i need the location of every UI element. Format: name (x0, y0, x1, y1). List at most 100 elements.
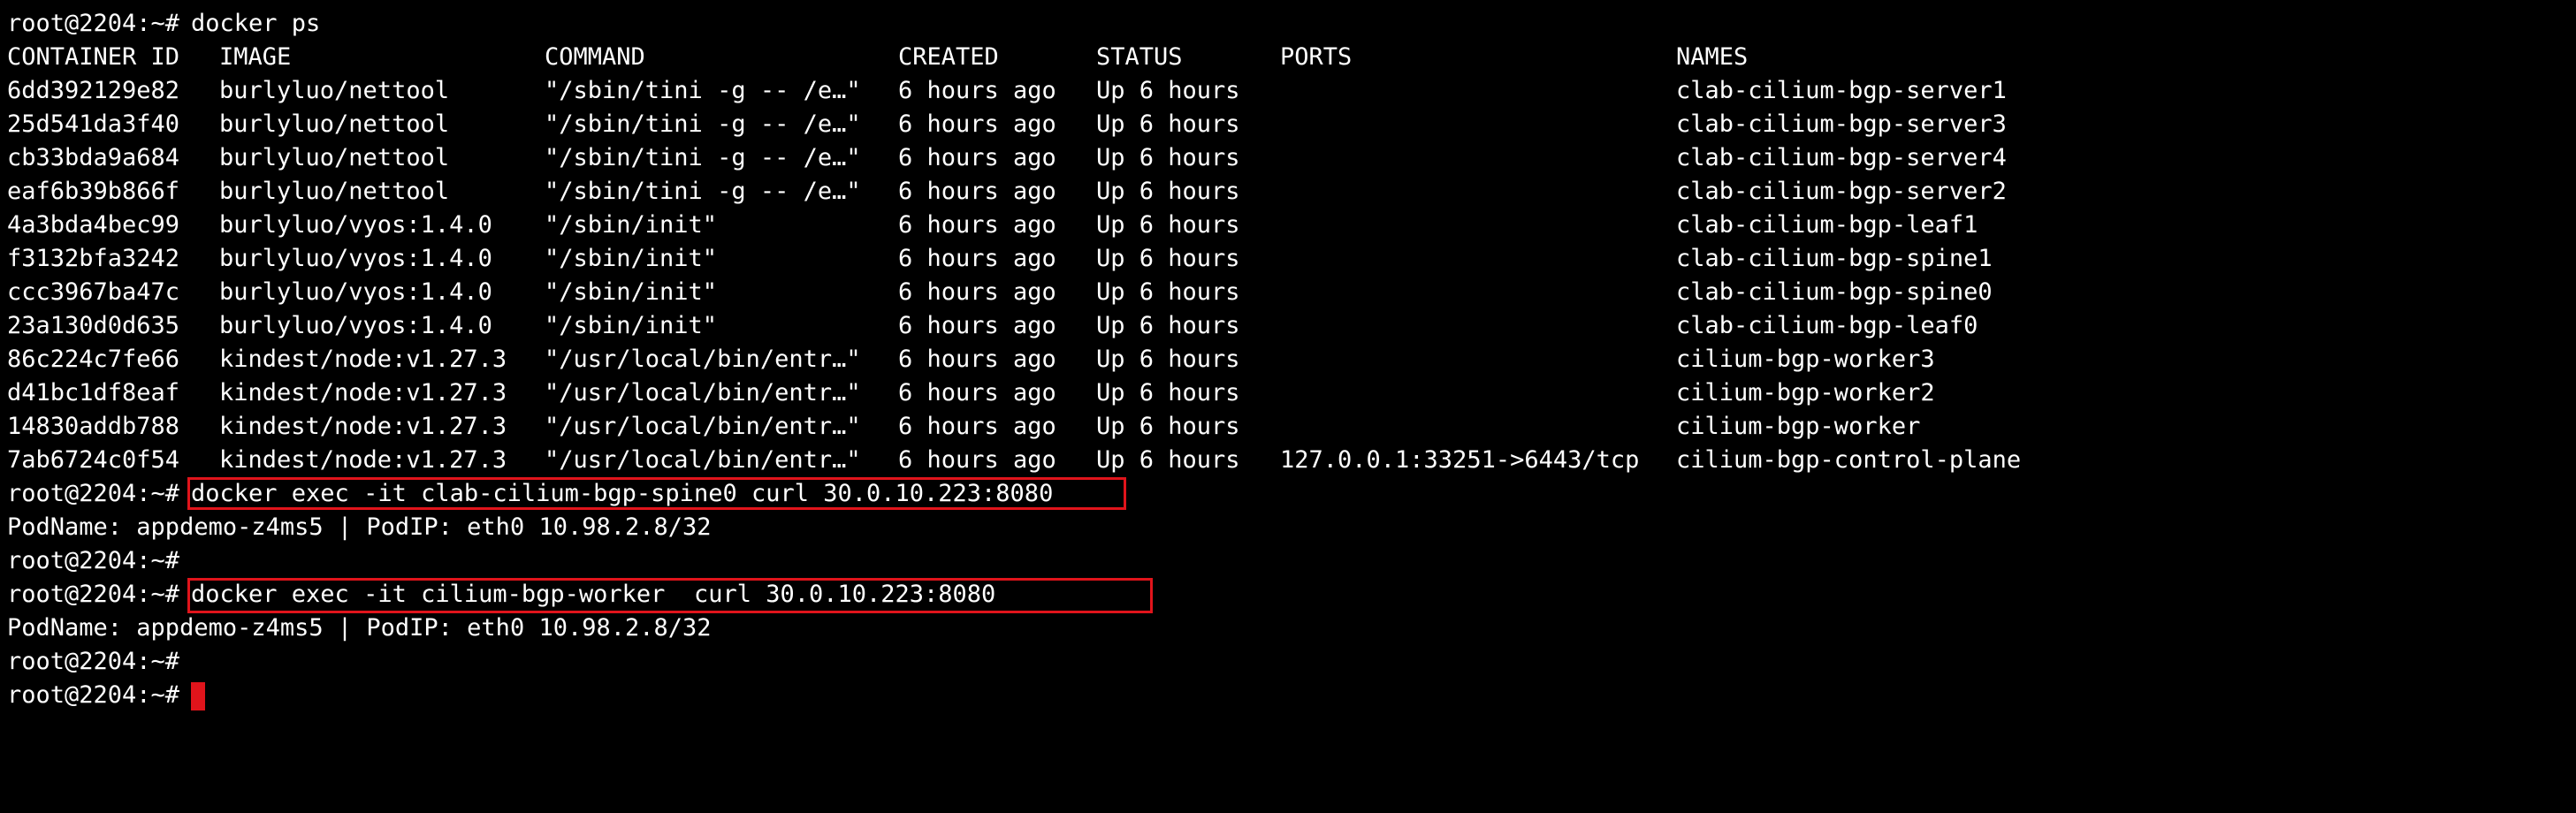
command-text: docker ps (191, 10, 321, 37)
command-output: PodName: appdemo-z4ms5 | PodIP: eth0 10.… (7, 612, 712, 645)
cell-names: clab-cilium-bgp-spine0 (1676, 278, 1993, 306)
cell-container-id: 4a3bda4bec99 (7, 211, 180, 239)
cell-status: Up 6 hours (1096, 144, 1240, 171)
shell-prompt: root@2204:~# (7, 480, 180, 507)
cell-names: clab-cilium-bgp-leaf1 (1676, 211, 1978, 239)
cell-container-id: f3132bfa3242 (7, 245, 180, 272)
cell-command: "/usr/local/bin/entr…" (545, 413, 861, 440)
table-header: CONTAINER ID IMAGE COMMAND CREATED STATU… (7, 41, 1748, 74)
header-image: IMAGE (219, 43, 292, 71)
cell-names: clab-cilium-bgp-server2 (1676, 178, 2007, 205)
cell-status: Up 6 hours (1096, 211, 1240, 239)
table-row: 23a130d0d635 burlyluo/vyos:1.4.0 "/sbin/… (7, 309, 1978, 343)
command-output: PodName: appdemo-z4ms5 | PodIP: eth0 10.… (7, 511, 712, 544)
cell-image: burlyluo/nettool (219, 144, 450, 171)
cell-names: clab-cilium-bgp-server4 (1676, 144, 2007, 171)
cell-container-id: 25d541da3f40 (7, 110, 180, 138)
cell-image: burlyluo/vyos:1.4.0 (219, 278, 492, 306)
cell-container-id: ccc3967ba47c (7, 278, 180, 306)
shell-prompt: root@2204:~# (7, 10, 180, 37)
cell-image: burlyluo/vyos:1.4.0 (219, 245, 492, 272)
cell-image: kindest/node:v1.27.3 (219, 413, 507, 440)
cell-created: 6 hours ago (898, 144, 1056, 171)
cell-command: "/sbin/tini -g -- /e…" (545, 178, 861, 205)
shell-prompt: root@2204:~# (7, 681, 180, 709)
table-row: f3132bfa3242 burlyluo/vyos:1.4.0 "/sbin/… (7, 242, 1993, 276)
prompt-line-exec-worker: root@2204:~# docker exec -it cilium-bgp-… (7, 578, 995, 612)
highlight-box-worker (187, 578, 1153, 613)
cell-command: "/sbin/init" (545, 245, 718, 272)
prompt-line-active[interactable]: root@2204:~# (7, 679, 205, 712)
header-created: CREATED (898, 43, 999, 71)
cell-created: 6 hours ago (898, 245, 1056, 272)
cell-image: burlyluo/vyos:1.4.0 (219, 211, 492, 239)
cell-status: Up 6 hours (1096, 346, 1240, 373)
table-row: 25d541da3f40 burlyluo/nettool "/sbin/tin… (7, 108, 2007, 141)
header-container-id: CONTAINER ID (7, 43, 180, 71)
cell-created: 6 hours ago (898, 446, 1056, 474)
cell-created: 6 hours ago (898, 110, 1056, 138)
cell-image: burlyluo/nettool (219, 178, 450, 205)
header-ports: PORTS (1280, 43, 1353, 71)
header-names: NAMES (1676, 43, 1749, 71)
cell-command: "/usr/local/bin/entr…" (545, 379, 861, 406)
cell-image: kindest/node:v1.27.3 (219, 346, 507, 373)
cell-container-id: 7ab6724c0f54 (7, 446, 180, 474)
cell-command: "/usr/local/bin/entr…" (545, 446, 861, 474)
cell-command: "/sbin/tini -g -- /e…" (545, 77, 861, 104)
cell-names: cilium-bgp-worker3 (1676, 346, 1935, 373)
cell-command: "/sbin/init" (545, 211, 718, 239)
prompt-line-docker-ps: root@2204:~# docker ps (7, 7, 320, 41)
cell-names: clab-cilium-bgp-server3 (1676, 110, 2007, 138)
cell-status: Up 6 hours (1096, 446, 1240, 474)
output-text: PodName: appdemo-z4ms5 | PodIP: eth0 10.… (7, 513, 712, 541)
prompt-line-empty: root@2204:~# (7, 544, 179, 578)
cell-command: "/sbin/init" (545, 312, 718, 339)
cell-status: Up 6 hours (1096, 178, 1240, 205)
table-row: 14830addb788 kindest/node:v1.27.3 "/usr/… (7, 410, 1920, 444)
cell-status: Up 6 hours (1096, 413, 1240, 440)
cell-created: 6 hours ago (898, 413, 1056, 440)
cell-status: Up 6 hours (1096, 245, 1240, 272)
table-row: 6dd392129e82 burlyluo/nettool "/sbin/tin… (7, 74, 2007, 108)
cell-container-id: eaf6b39b866f (7, 178, 180, 205)
cell-container-id: cb33bda9a684 (7, 144, 180, 171)
cell-command: "/usr/local/bin/entr…" (545, 346, 861, 373)
cell-status: Up 6 hours (1096, 379, 1240, 406)
prompt-line-exec-spine0: root@2204:~# docker exec -it clab-cilium… (7, 477, 1053, 511)
shell-prompt: root@2204:~# (7, 581, 180, 608)
cell-names: cilium-bgp-worker2 (1676, 379, 1935, 406)
cell-image: burlyluo/nettool (219, 77, 450, 104)
cell-status: Up 6 hours (1096, 312, 1240, 339)
table-row: 86c224c7fe66 kindest/node:v1.27.3 "/usr/… (7, 343, 1935, 376)
cell-created: 6 hours ago (898, 211, 1056, 239)
cell-names: clab-cilium-bgp-spine1 (1676, 245, 1993, 272)
cell-container-id: 14830addb788 (7, 413, 180, 440)
cell-names: clab-cilium-bgp-leaf0 (1676, 312, 1978, 339)
terminal-cursor[interactable] (191, 682, 205, 710)
cell-created: 6 hours ago (898, 379, 1056, 406)
cell-command: "/sbin/tini -g -- /e…" (545, 144, 861, 171)
table-row: ccc3967ba47c burlyluo/vyos:1.4.0 "/sbin/… (7, 276, 1993, 309)
cell-image: burlyluo/nettool (219, 110, 450, 138)
header-command: COMMAND (545, 43, 645, 71)
cell-container-id: 23a130d0d635 (7, 312, 180, 339)
shell-prompt: root@2204:~# (7, 648, 180, 675)
cell-names: clab-cilium-bgp-server1 (1676, 77, 2007, 104)
cell-status: Up 6 hours (1096, 110, 1240, 138)
terminal-window[interactable]: root@2204:~# docker ps CONTAINER ID IMAG… (7, 7, 2569, 721)
table-row: d41bc1df8eaf kindest/node:v1.27.3 "/usr/… (7, 376, 1935, 410)
cell-container-id: 6dd392129e82 (7, 77, 180, 104)
cell-image: kindest/node:v1.27.3 (219, 446, 507, 474)
cell-image: burlyluo/vyos:1.4.0 (219, 312, 492, 339)
shell-prompt: root@2204:~# (7, 547, 180, 574)
cell-names: cilium-bgp-control-plane (1676, 446, 2022, 474)
table-row: eaf6b39b866f burlyluo/nettool "/sbin/tin… (7, 175, 2007, 209)
table-row: 7ab6724c0f54 kindest/node:v1.27.3 "/usr/… (7, 444, 2021, 477)
table-row: cb33bda9a684 burlyluo/nettool "/sbin/tin… (7, 141, 2007, 175)
table-row: 4a3bda4bec99 burlyluo/vyos:1.4.0 "/sbin/… (7, 209, 1978, 242)
cell-ports: 127.0.0.1:33251->6443/tcp (1280, 446, 1640, 474)
cell-status: Up 6 hours (1096, 77, 1240, 104)
header-status: STATUS (1096, 43, 1183, 71)
highlight-box-spine0 (187, 477, 1126, 510)
